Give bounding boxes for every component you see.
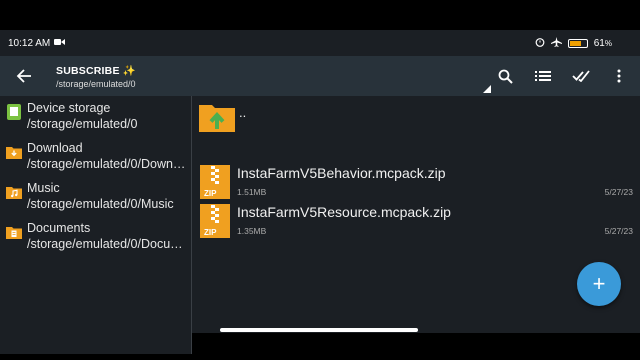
sidebar-item-device-storage[interactable]: Device storage /storage/emulated/0 — [0, 96, 191, 136]
sidebar-item-label: Device storage — [27, 101, 111, 115]
file-name: InstaFarmV5Behavior.mcpack.zip — [237, 165, 446, 181]
battery-percent: 61% — [594, 38, 612, 49]
toolbar: SUBSCRIBE ✨ /storage/emulated/0 — [0, 56, 640, 96]
more-vert-icon — [617, 69, 621, 83]
dropdown-corner-icon[interactable] — [483, 85, 491, 93]
zip-icon: ZIP — [200, 165, 230, 199]
file-size: 1.35MB — [237, 226, 267, 236]
svg-text:ZIP: ZIP — [204, 228, 217, 237]
sidebar-item-label: Documents — [27, 221, 91, 235]
sidebar-item-path: /storage/emulated/0/Down… — [27, 157, 186, 171]
navigation-gesture-bar[interactable] — [220, 328, 418, 332]
letterbox-top — [0, 0, 640, 30]
file-row[interactable]: ZIP InstaFarmV5Resource.mcpack.zip 1.35M… — [197, 202, 637, 240]
sidebar-item-path: /storage/emulated/0/Docu… — [27, 237, 183, 251]
file-date: 5/27/23 — [604, 226, 633, 236]
sidebar-item-label: Music — [27, 181, 60, 195]
sidebar-item-documents[interactable]: Documents /storage/emulated/0/Docu… — [0, 216, 191, 256]
sidebar: Device storage /storage/emulated/0 Downl… — [0, 96, 192, 354]
file-list: .. ZIP InstaFarmV5Behavior.mcpack.zip 1.… — [193, 96, 640, 354]
status-time: 10:12 AM — [8, 37, 51, 49]
sidebar-item-download[interactable]: Download /storage/emulated/0/Down… — [0, 136, 191, 176]
battery-percent-value: 61 — [593, 37, 605, 49]
list-view-button[interactable] — [530, 63, 556, 89]
arrow-back-icon — [16, 69, 31, 83]
file-name: InstaFarmV5Resource.mcpack.zip — [237, 204, 451, 220]
alarm-icon — [535, 37, 545, 50]
list-view-icon — [535, 71, 551, 81]
double-check-icon — [572, 70, 590, 82]
search-icon — [498, 69, 513, 84]
video-camera-icon — [54, 38, 66, 49]
battery-fill — [569, 40, 581, 46]
file-size: 1.51MB — [237, 187, 267, 197]
sidebar-item-music[interactable]: Music /storage/emulated/0/Music — [0, 176, 191, 216]
file-row[interactable]: ZIP InstaFarmV5Behavior.mcpack.zip 1.51M… — [197, 163, 637, 201]
device-storage-icon — [7, 104, 21, 120]
file-date: 5/27/23 — [604, 187, 633, 197]
sidebar-item-path: /storage/emulated/0/Music — [27, 197, 174, 211]
toolbar-path: /storage/emulated/0 — [56, 78, 136, 89]
select-all-button[interactable] — [568, 63, 594, 89]
parent-directory-row[interactable]: .. — [197, 102, 637, 132]
download-folder-icon — [6, 147, 22, 159]
sidebar-item-path: /storage/emulated/0 — [27, 117, 138, 131]
parent-directory-label: .. — [239, 104, 247, 120]
back-button[interactable] — [4, 56, 44, 96]
search-button[interactable] — [492, 63, 518, 89]
battery-percent-unit: % — [604, 38, 612, 48]
music-folder-icon — [6, 187, 22, 199]
svg-text:ZIP: ZIP — [204, 189, 217, 198]
zip-icon: ZIP — [200, 204, 230, 238]
toolbar-title: SUBSCRIBE ✨ — [56, 64, 137, 77]
battery-icon — [567, 38, 588, 48]
folder-up-icon — [199, 105, 235, 132]
add-fab-button[interactable]: + — [577, 262, 621, 306]
plus-icon: + — [592, 271, 606, 296]
airplane-mode-icon — [550, 36, 562, 50]
status-bar: 10:12 AM 61% — [0, 30, 640, 56]
app-screen: 10:12 AM 61% SUBSCRIBE ✨ /storage/emulat… — [0, 30, 640, 354]
documents-folder-icon — [6, 227, 22, 239]
sidebar-item-label: Download — [27, 141, 83, 155]
more-options-button[interactable] — [606, 63, 632, 89]
